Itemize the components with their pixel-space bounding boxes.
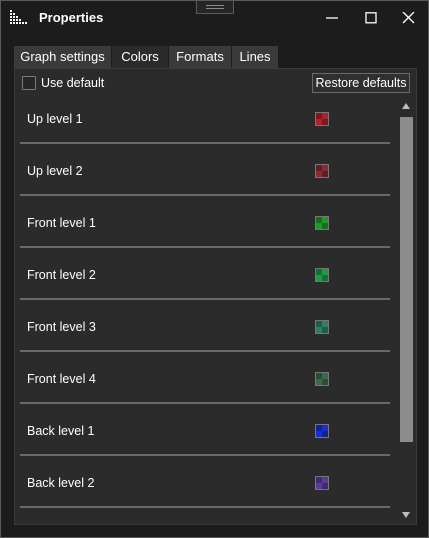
color-row-label: Back level 1 <box>27 424 95 438</box>
tab-lines[interactable]: Lines <box>232 46 278 68</box>
color-swatch-front-level-3[interactable] <box>315 320 329 334</box>
minimize-button[interactable] <box>318 6 346 30</box>
color-row-front-level-3: Front level 3 <box>20 307 390 359</box>
grid-dots-icon <box>10 10 27 24</box>
color-row-front-level-2: Front level 2 <box>20 255 390 307</box>
color-row-label: Front level 1 <box>27 216 96 230</box>
close-button[interactable] <box>394 6 422 30</box>
color-row-back-level-2: Back level 2 <box>20 463 390 515</box>
row-divider <box>20 194 390 196</box>
colors-panel: Use default Restore defaults Up level 1 … <box>14 68 417 525</box>
properties-window: Properties Graph settings Colors Formats… <box>0 0 429 538</box>
color-level-list: Up level 1 Up level 2 Front level 1 Fron… <box>20 99 390 522</box>
close-icon <box>402 12 415 24</box>
maximize-icon <box>365 12 377 24</box>
color-row-label: Front level 3 <box>27 320 96 334</box>
color-row-label: Front level 2 <box>27 268 96 282</box>
color-row-up-level-2: Up level 2 <box>20 151 390 203</box>
window-title: Properties <box>39 10 104 25</box>
color-row-label: Up level 2 <box>27 164 83 178</box>
color-row-up-level-1: Up level 1 <box>20 99 390 151</box>
use-default-label: Use default <box>41 76 105 90</box>
row-divider <box>20 142 390 144</box>
title-bar[interactable]: Properties <box>1 1 428 35</box>
minimize-icon <box>326 17 338 19</box>
color-swatch-back-level-2[interactable] <box>315 476 329 490</box>
row-divider <box>20 246 390 248</box>
vertical-scrollbar[interactable] <box>398 99 414 523</box>
row-divider <box>20 454 390 456</box>
scrollbar-thumb[interactable] <box>400 117 413 442</box>
color-row-label: Up level 1 <box>27 112 83 126</box>
drag-grip-icon[interactable] <box>196 1 234 14</box>
color-swatch-front-level-1[interactable] <box>315 216 329 230</box>
tab-graph-settings[interactable]: Graph settings <box>14 46 111 68</box>
color-swatch-back-level-1[interactable] <box>315 424 329 438</box>
color-row-front-level-4: Front level 4 <box>20 359 390 411</box>
color-swatch-up-level-1[interactable] <box>315 112 329 126</box>
row-divider <box>20 506 390 508</box>
color-swatch-up-level-2[interactable] <box>315 164 329 178</box>
maximize-button[interactable] <box>357 6 385 30</box>
color-swatch-front-level-2[interactable] <box>315 268 329 282</box>
color-row-label: Front level 4 <box>27 372 96 386</box>
arrow-down-icon <box>402 512 410 518</box>
restore-defaults-button[interactable]: Restore defaults <box>312 73 410 93</box>
color-row-front-level-1: Front level 1 <box>20 203 390 255</box>
row-divider <box>20 298 390 300</box>
tab-formats[interactable]: Formats <box>169 46 231 68</box>
color-swatch-front-level-4[interactable] <box>315 372 329 386</box>
arrow-up-icon <box>402 103 410 109</box>
use-default-checkbox[interactable] <box>22 76 36 90</box>
scroll-up-button[interactable] <box>398 99 414 113</box>
row-divider <box>20 402 390 404</box>
tab-colors[interactable]: Colors <box>112 46 168 68</box>
scroll-down-button[interactable] <box>398 508 414 522</box>
row-divider <box>20 350 390 352</box>
color-row-label: Back level 2 <box>27 476 95 490</box>
color-row-back-level-1: Back level 1 <box>20 411 390 463</box>
